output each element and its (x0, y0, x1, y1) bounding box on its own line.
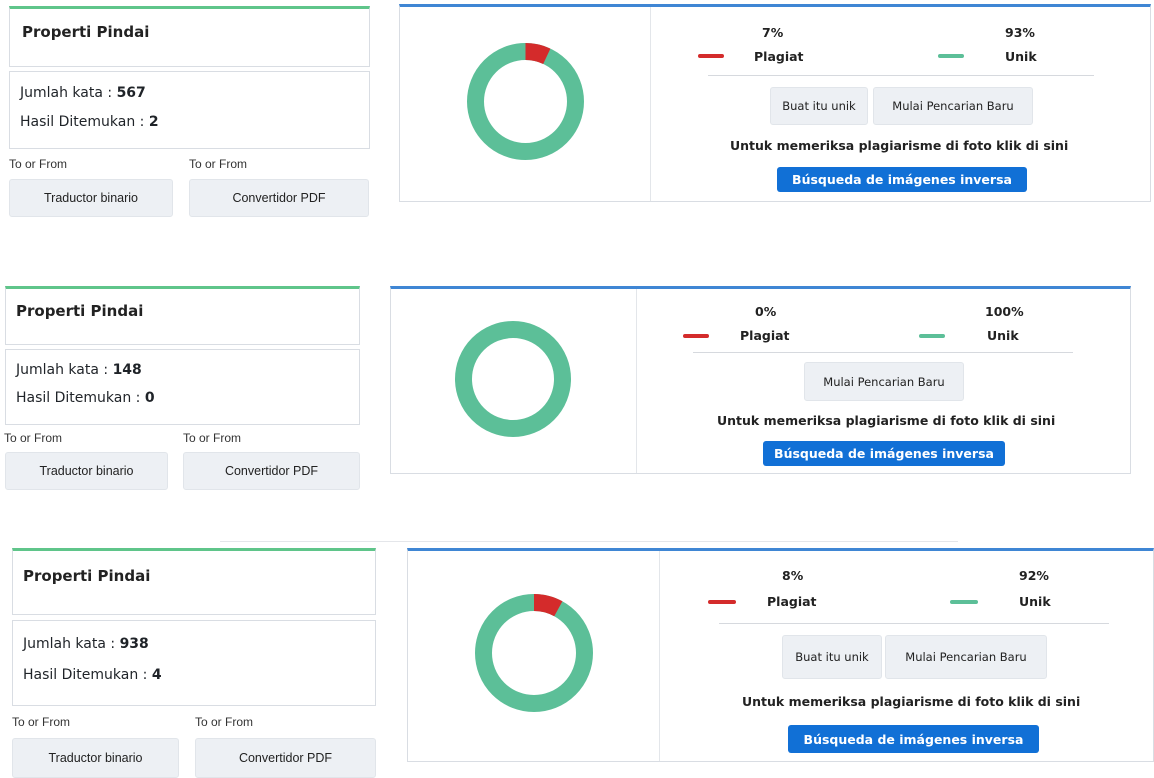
unik-legend-label: Unik (1019, 594, 1051, 609)
result-card: 8% 92% Plagiat Unik Buat itu unik Mulai … (407, 548, 1154, 762)
plagiarism-donut-chart (475, 594, 593, 712)
card-divider (659, 551, 660, 761)
unik-legend-swatch (950, 600, 978, 604)
plagiat-legend-label: Plagiat (767, 594, 817, 609)
scan-properties-card: Properti Pindai (12, 548, 376, 615)
word-count-value: 938 (119, 636, 149, 652)
word-count-row: Jumlah kata : 938 (23, 636, 149, 652)
pdf-converter-button[interactable]: Convertidor PDF (195, 738, 376, 778)
legend-separator (719, 623, 1109, 624)
make-unique-button[interactable]: Buat itu unik (782, 635, 882, 679)
results-label: Hasil Ditemukan : (23, 667, 148, 683)
plagiat-legend-swatch (708, 600, 736, 604)
new-search-button[interactable]: Mulai Pencarian Baru (885, 635, 1047, 679)
unik-percent: 92% (1019, 568, 1049, 583)
properties-title: Properti Pindai (23, 567, 151, 585)
plagiat-percent: 8% (782, 568, 804, 583)
scan-stats-card: Jumlah kata : 938 Hasil Ditemukan : 4 (12, 620, 376, 706)
to-or-from-label: To or From (195, 715, 254, 729)
reverse-image-search-button[interactable]: Búsqueda de imágenes inversa (788, 725, 1039, 753)
binary-translator-button[interactable]: Traductor binario (12, 738, 179, 778)
to-or-from-label: To or From (12, 715, 71, 729)
unik-slice (475, 594, 593, 712)
results-value: 4 (151, 667, 162, 683)
scan-panel-3: Properti Pindai Jumlah kata : 938 Hasil … (0, 0, 1154, 778)
photo-plagiarism-note: Untuk memeriksa plagiarisme di foto klik… (742, 694, 1081, 709)
results-row: Hasil Ditemukan : 4 (23, 667, 162, 683)
word-count-label: Jumlah kata : (23, 636, 116, 652)
